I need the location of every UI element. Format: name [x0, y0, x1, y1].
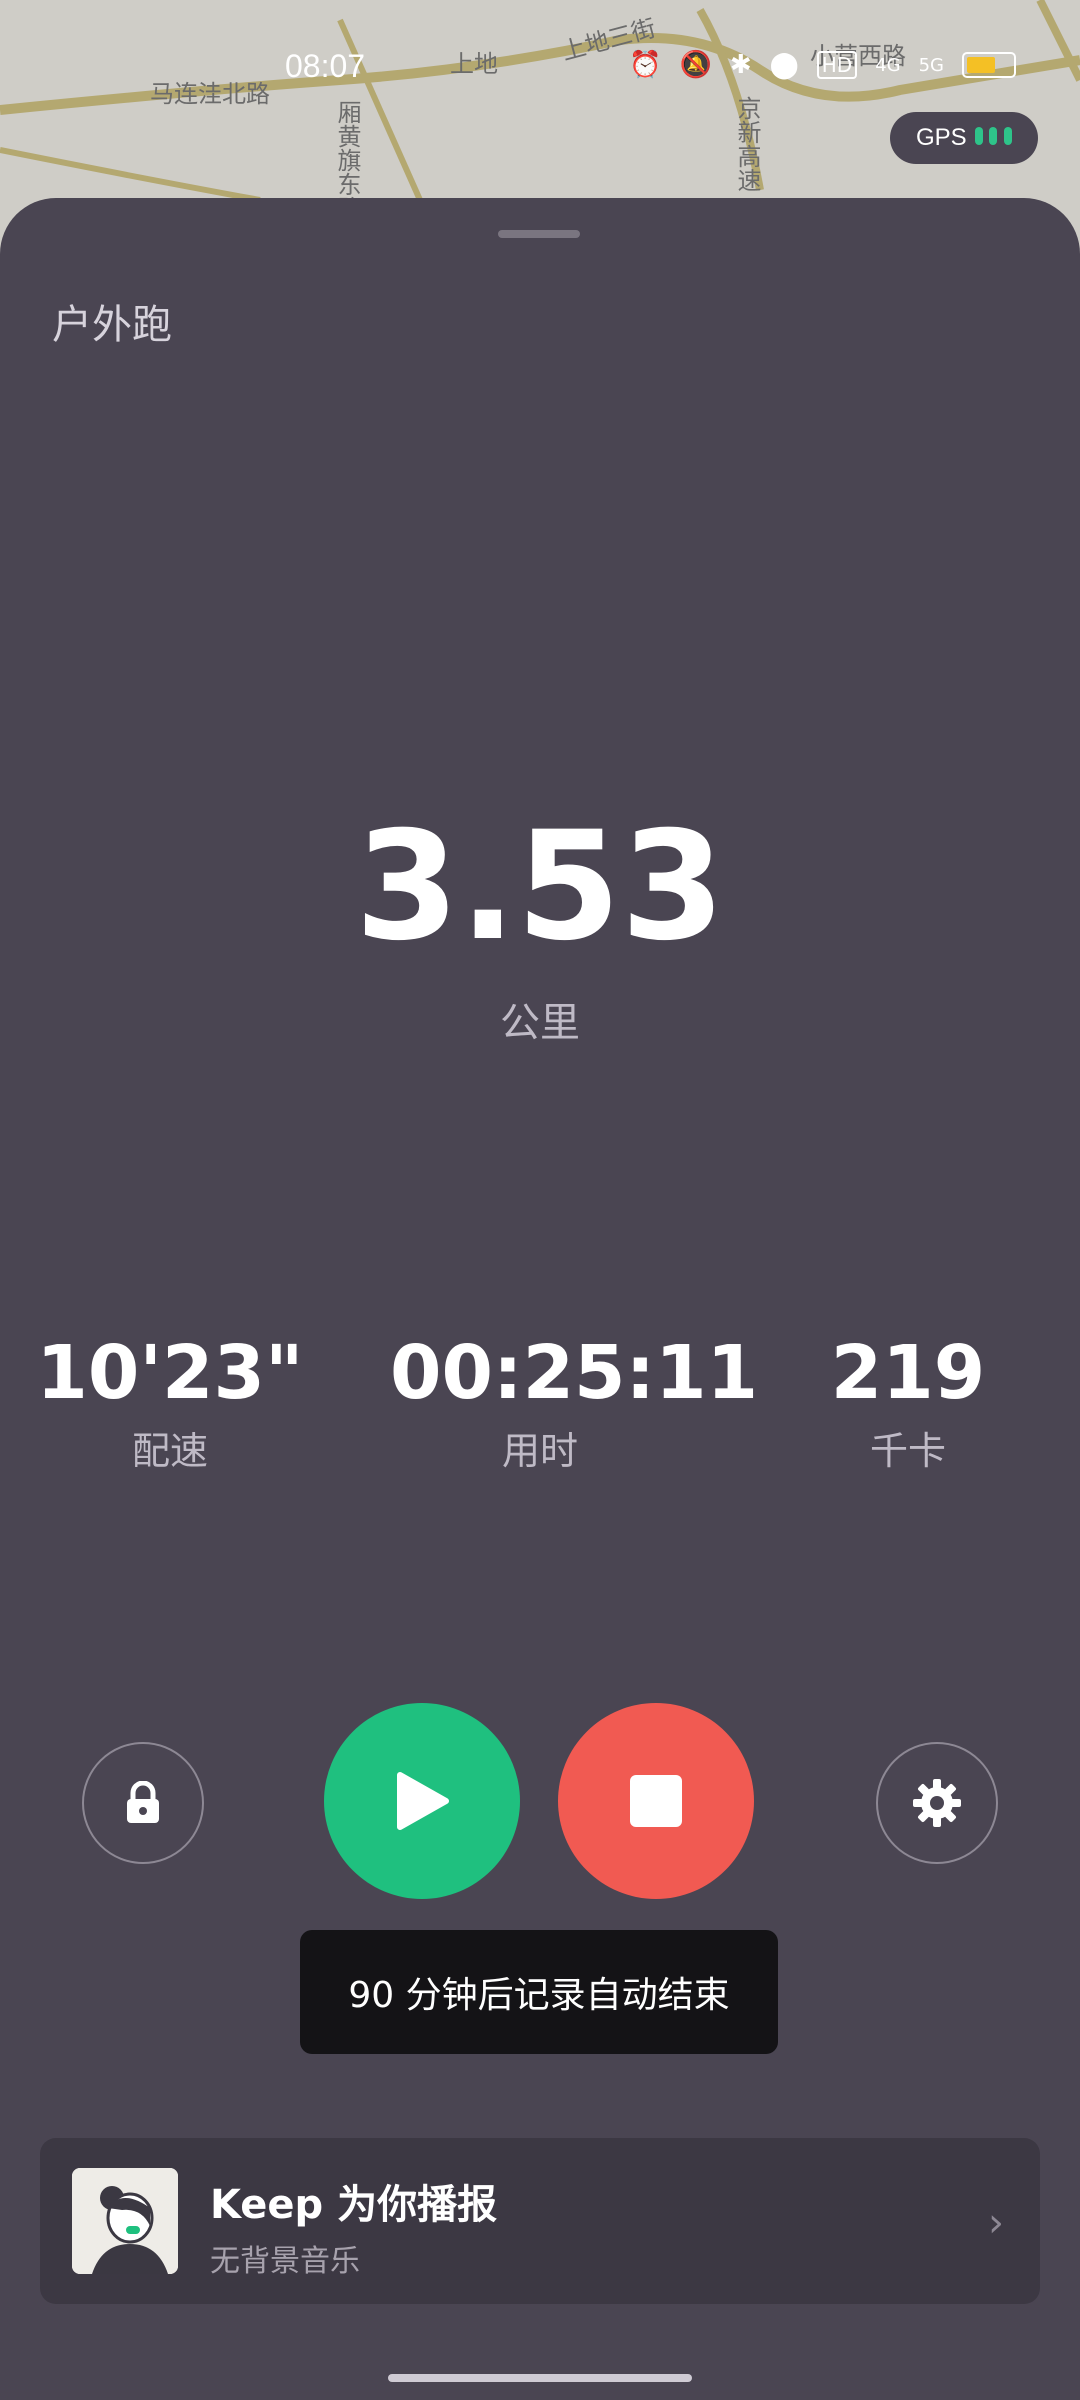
- calories-label: 千卡: [869, 1429, 946, 1473]
- auto-end-toast: 90 分钟后记录自动结束: [300, 1930, 778, 2054]
- voice-broadcast-card[interactable]: Keep 为你播报 无背景音乐 ›: [40, 2138, 1040, 2304]
- sport-title: 户外跑: [52, 302, 172, 348]
- settings-button[interactable]: [876, 1742, 998, 1864]
- chevron-right-icon: ›: [988, 2200, 1004, 2246]
- gear-icon: [913, 1779, 961, 1827]
- gps-indicator: GPS: [890, 112, 1038, 164]
- location-icon: ⬤: [769, 50, 799, 80]
- duration-stat: 00:25:11 用时: [390, 1330, 759, 1475]
- coach-avatar: [72, 2168, 178, 2274]
- play-icon: [397, 1772, 449, 1830]
- gps-signal-icon: [974, 124, 1013, 152]
- workout-panel: [0, 198, 1080, 2400]
- status-bar: 08:07 ⏰ 🔕 ✱ ⬤ HD 4G 5G: [0, 0, 1080, 130]
- stop-icon: [630, 1775, 682, 1827]
- card-subtitle: 无背景音乐: [210, 2244, 360, 2279]
- calories-value: 219: [830, 1330, 986, 1416]
- gps-label: GPS: [915, 124, 967, 151]
- calories-stat: 219 千卡: [758, 1330, 1058, 1475]
- lock-icon: [127, 1781, 159, 1823]
- lock-button[interactable]: [82, 1742, 204, 1864]
- status-time: 08:07: [285, 48, 366, 84]
- duration-value: 00:25:11: [390, 1330, 759, 1416]
- home-indicator[interactable]: [388, 2374, 692, 2382]
- signal-4g-icon: 4G: [875, 54, 901, 76]
- status-icons: ⏰ 🔕 ✱ ⬤ HD 4G 5G: [629, 50, 1016, 80]
- bluetooth-icon: ✱: [729, 50, 752, 80]
- card-title: Keep 为你播报: [210, 2182, 498, 2228]
- pace-stat: 10'23" 配速: [20, 1330, 320, 1475]
- mute-icon: 🔕: [679, 50, 712, 80]
- distance-value: 3.53: [354, 800, 726, 974]
- sheet-drag-handle[interactable]: [498, 230, 580, 238]
- pace-value: 10'23": [36, 1330, 304, 1416]
- stop-button[interactable]: [558, 1703, 754, 1899]
- distance-unit: 公里: [500, 1000, 580, 1046]
- duration-label: 用时: [501, 1429, 578, 1473]
- alarm-icon: ⏰: [629, 50, 662, 80]
- resume-button[interactable]: [324, 1703, 520, 1899]
- hd-icon: HD: [816, 51, 858, 79]
- signal-5g-icon: 5G: [918, 54, 944, 76]
- pace-label: 配速: [131, 1429, 208, 1473]
- battery-icon: [962, 52, 1016, 78]
